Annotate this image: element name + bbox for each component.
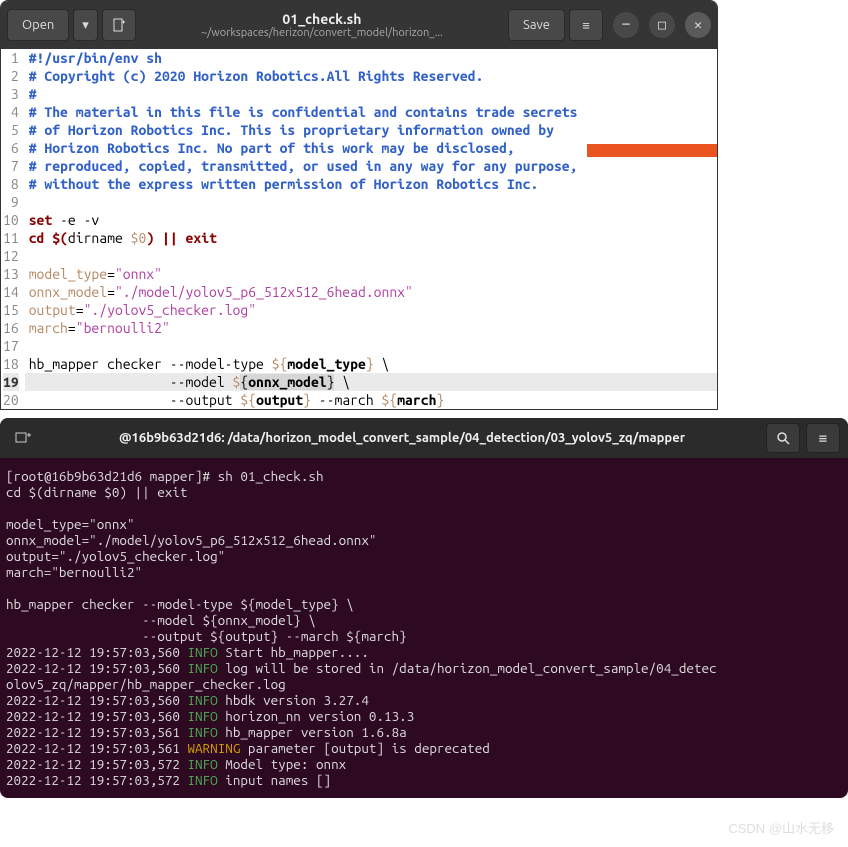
- code-line[interactable]: output="./yolov5_checker.log": [25, 301, 717, 319]
- line-number: 15: [3, 301, 19, 319]
- hamburger-menu[interactable]: ≡: [569, 9, 603, 41]
- line-number: 6: [3, 139, 19, 157]
- terminal-header: @16b9b63d21d6: /data/horizon_model_conve…: [0, 418, 848, 458]
- code-line[interactable]: #!/usr/bin/env sh: [25, 49, 717, 67]
- code-area[interactable]: #!/usr/bin/env sh# Copyright (c) 2020 Ho…: [25, 49, 717, 409]
- open-button[interactable]: Open: [7, 9, 69, 41]
- code-line[interactable]: model_type="onnx": [25, 265, 717, 283]
- line-number: 10: [3, 211, 19, 229]
- new-tab-icon: [15, 430, 31, 446]
- code-line[interactable]: #: [25, 85, 717, 103]
- new-tab-button[interactable]: [102, 9, 136, 41]
- code-line[interactable]: hb_mapper checker --model-type ${model_t…: [25, 355, 717, 373]
- line-number: 19: [3, 373, 19, 391]
- minimize-button[interactable]: ─: [613, 12, 639, 38]
- line-number: 17: [3, 337, 19, 355]
- line-number: 3: [3, 85, 19, 103]
- line-number: 8: [3, 175, 19, 193]
- code-line[interactable]: [25, 193, 717, 211]
- code-line[interactable]: --model ${onnx_model} \: [25, 373, 717, 391]
- window-controls: ─ □ ✕: [613, 12, 711, 38]
- code-line[interactable]: onnx_model="./model/yolov5_p6_512x512_6h…: [25, 283, 717, 301]
- code-line[interactable]: # of Horizon Robotics Inc. This is propr…: [25, 121, 717, 139]
- terminal-window: @16b9b63d21d6: /data/horizon_model_conve…: [0, 418, 848, 798]
- close-button[interactable]: ✕: [685, 12, 711, 38]
- line-number: 16: [3, 319, 19, 337]
- line-number: 11: [3, 229, 19, 247]
- code-line[interactable]: --output ${output} --march ${march}: [25, 391, 717, 409]
- open-recent-dropdown[interactable]: ▾: [73, 9, 98, 41]
- gedit-window: Open ▾ 01_check.sh ~/workspaces/herizon/…: [0, 0, 718, 410]
- code-line[interactable]: [25, 247, 717, 265]
- line-number: 7: [3, 157, 19, 175]
- gedit-header: Open ▾ 01_check.sh ~/workspaces/herizon/…: [1, 1, 717, 49]
- code-line[interactable]: # Copyright (c) 2020 Horizon Robotics.Al…: [25, 67, 717, 85]
- code-line[interactable]: [25, 337, 717, 355]
- line-number: 13: [3, 265, 19, 283]
- line-number: 2: [3, 67, 19, 85]
- terminal-title: @16b9b63d21d6: /data/horizon_model_conve…: [44, 431, 760, 445]
- line-number: 4: [3, 103, 19, 121]
- code-line[interactable]: march="bernoulli2": [25, 319, 717, 337]
- line-number: 14: [3, 283, 19, 301]
- save-button[interactable]: Save: [508, 9, 565, 41]
- file-title: 01_check.sh: [140, 11, 504, 27]
- code-line[interactable]: # The material in this file is confident…: [25, 103, 717, 121]
- line-number: 18: [3, 355, 19, 373]
- editor-area[interactable]: 1234567891011121314151617181920 #!/usr/b…: [1, 49, 717, 409]
- line-number: 5: [3, 121, 19, 139]
- code-line[interactable]: # reproduced, copied, transmitted, or us…: [25, 157, 717, 175]
- new-doc-icon: [112, 18, 126, 32]
- terminal-menu[interactable]: ≡: [806, 423, 840, 453]
- new-tab-button[interactable]: [8, 423, 38, 453]
- maximize-button[interactable]: □: [649, 12, 675, 38]
- terminal-output[interactable]: [root@16b9b63d21d6 mapper]# sh 01_check.…: [0, 458, 848, 798]
- title-area: 01_check.sh ~/workspaces/herizon/convert…: [140, 11, 504, 39]
- code-line[interactable]: # Horizon Robotics Inc. No part of this …: [25, 139, 717, 157]
- line-gutter: 1234567891011121314151617181920: [1, 49, 25, 409]
- watermark: CSDN @山水无移: [728, 818, 834, 837]
- line-number: 1: [3, 49, 19, 67]
- line-number: 12: [3, 247, 19, 265]
- file-path: ~/workspaces/herizon/convert_model/horiz…: [140, 27, 504, 39]
- code-line[interactable]: cd $(dirname $0) || exit: [25, 229, 717, 247]
- line-number: 9: [3, 193, 19, 211]
- code-line[interactable]: set -e -v: [25, 211, 717, 229]
- line-number: 20: [3, 391, 19, 409]
- search-button[interactable]: [766, 423, 800, 453]
- search-icon: [776, 431, 790, 445]
- code-line[interactable]: # without the express written permission…: [25, 175, 717, 193]
